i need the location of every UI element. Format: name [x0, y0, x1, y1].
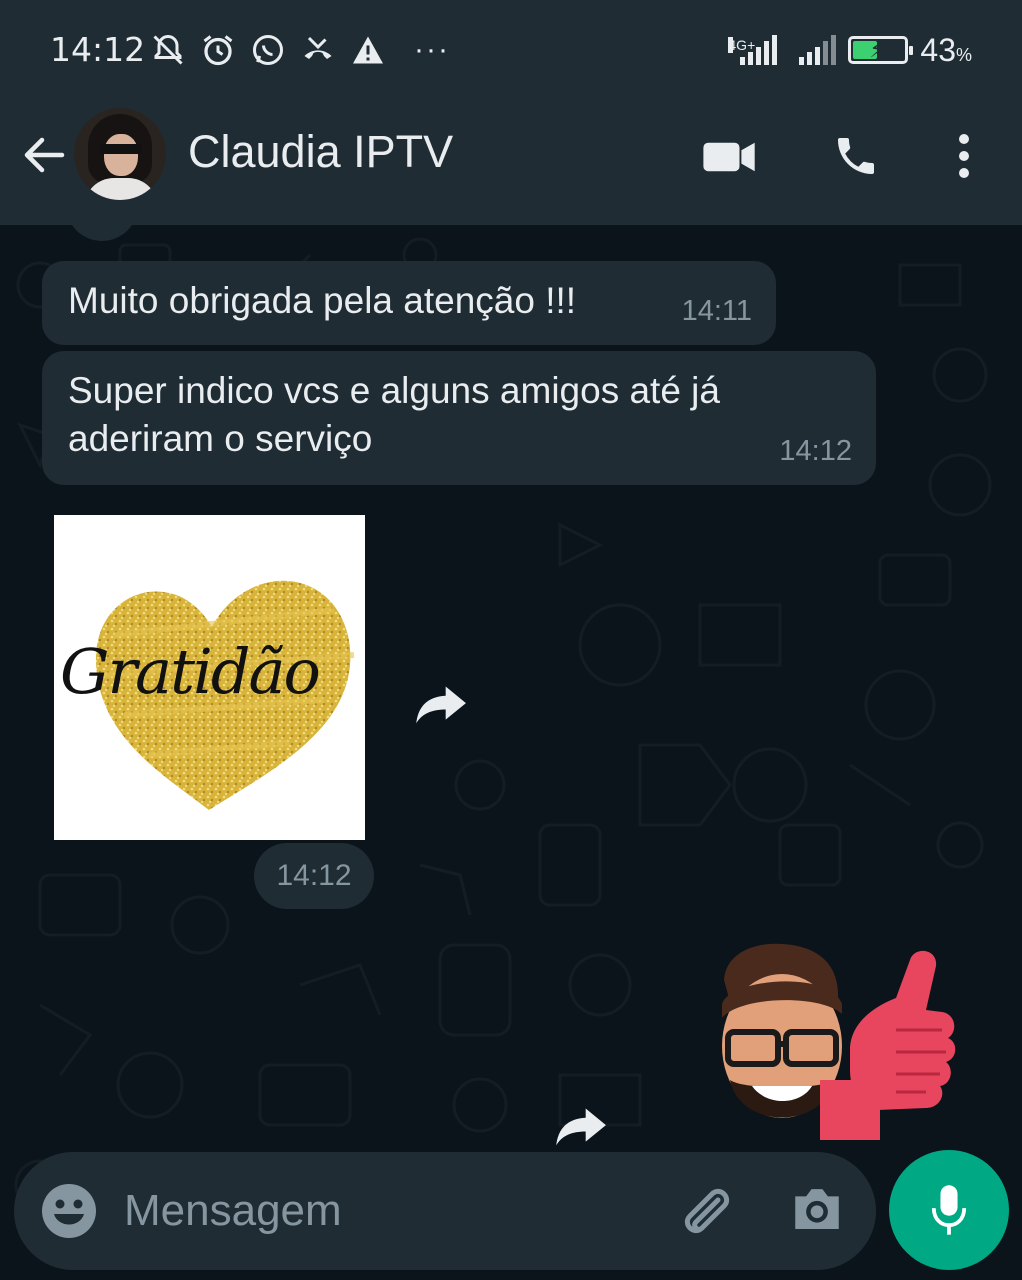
status-notification-icons: ···: [150, 30, 450, 70]
battery-percent: 43%: [920, 31, 972, 68]
attach-button[interactable]: [674, 1180, 738, 1244]
message-time: 14:11: [681, 295, 752, 327]
message-time: 14:12: [779, 435, 852, 467]
warning-icon: [353, 36, 383, 64]
app-top-bar: 14:12 ··· 4G+ ⚡ 43% Claudia IPTV: [0, 0, 1022, 225]
forward-button[interactable]: [414, 681, 474, 731]
contact-name[interactable]: Claudia IPTV: [188, 126, 453, 178]
status-bar: 14:12 ··· 4G+ ⚡ 43%: [0, 0, 1022, 100]
chat-area[interactable]: Muito obrigada pela atenção !!! 14:11 Su…: [0, 225, 1022, 1280]
memoji-thumbs-up-sticker[interactable]: [700, 940, 960, 1140]
voice-record-button[interactable]: [889, 1150, 1009, 1270]
message-input[interactable]: [124, 1176, 644, 1246]
message-bubble[interactable]: Muito obrigada pela atenção !!! 14:11: [42, 261, 776, 345]
video-call-button[interactable]: [700, 126, 760, 186]
forward-button[interactable]: [554, 1103, 614, 1153]
muted-bell-icon: [153, 34, 183, 65]
mic-icon: [931, 1185, 967, 1235]
message-text: Super indico vcs e alguns amigos até já …: [68, 370, 720, 459]
voice-call-icon: [838, 138, 874, 174]
gratidao-sticker[interactable]: Gratidão: [54, 515, 365, 840]
attach-icon: [684, 1188, 730, 1234]
camera-button[interactable]: [788, 1180, 852, 1244]
signal-2-icon: [789, 35, 837, 65]
chat-header: Claudia IPTV: [0, 100, 1022, 225]
charging-bolt-icon: ⚡: [869, 37, 885, 62]
more-options-button[interactable]: [934, 126, 994, 186]
camera-icon: [795, 1189, 839, 1229]
more-options-icon: [959, 134, 969, 178]
forward-icon: [556, 1108, 606, 1146]
back-button[interactable]: [18, 130, 68, 180]
missed-call-icon: [304, 36, 332, 59]
network-type-label: 4G+: [728, 37, 756, 53]
whatsapp-icon: [253, 35, 283, 65]
message-text: Muito obrigada pela atenção !!!: [68, 280, 577, 321]
status-time: 14:12: [50, 30, 146, 69]
voice-call-button[interactable]: [826, 126, 886, 186]
sticker-text: Gratidão: [60, 635, 321, 708]
video-call-icon: [703, 142, 755, 172]
more-notifications-indicator: ···: [414, 33, 450, 66]
emoji-icon: [42, 1184, 96, 1238]
emoji-button[interactable]: [40, 1182, 98, 1240]
battery-icon: ⚡: [848, 36, 914, 64]
forward-icon: [416, 686, 466, 724]
alarm-icon: [203, 35, 233, 66]
sticker-time: 14:12: [254, 843, 374, 909]
message-composer: [14, 1152, 876, 1270]
memoji-image: [722, 943, 956, 1140]
status-system-icons: 4G+ ⚡ 43%: [728, 28, 972, 72]
signal-4g-icon: 4G+: [728, 35, 778, 65]
message-bubble[interactable]: Super indico vcs e alguns amigos até já …: [42, 351, 876, 485]
contact-avatar[interactable]: [74, 108, 166, 200]
back-arrow-icon: [24, 137, 65, 173]
